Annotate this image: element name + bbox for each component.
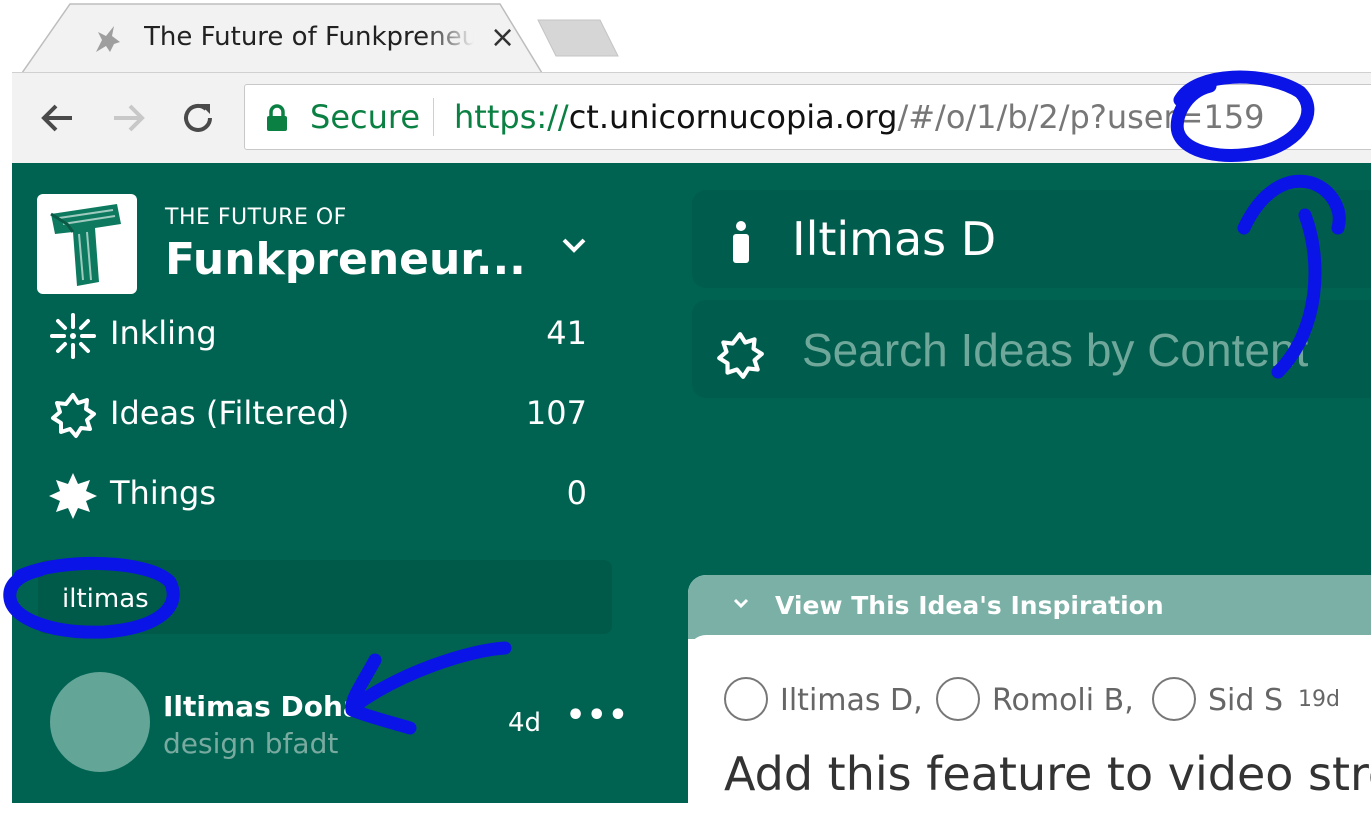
browser-chrome: The Future of Funkpreneur × Secure https… bbox=[0, 0, 1371, 164]
inkling-burst-icon bbox=[50, 313, 96, 359]
search-input[interactable] bbox=[800, 322, 1371, 378]
browser-tab-active[interactable]: The Future of Funkpreneur × bbox=[22, 2, 542, 74]
address-separator bbox=[433, 98, 434, 136]
idea-search-box[interactable] bbox=[692, 300, 1371, 398]
thing-star-icon bbox=[49, 473, 97, 519]
participant-name: Romoli B, bbox=[992, 683, 1134, 718]
org-name[interactable]: Funkpreneur... bbox=[165, 234, 526, 285]
sidebar-item-count: 107 bbox=[525, 394, 587, 432]
people-filter-value: iltimas bbox=[62, 584, 149, 614]
user-filter-chip[interactable]: Iltimas D bbox=[692, 190, 1371, 288]
sidebar-item-label: Inkling bbox=[110, 314, 217, 352]
new-tab-button[interactable] bbox=[536, 18, 620, 58]
url-text[interactable]: https://ct.unicornucopia.org/#/o/1/b/2/p… bbox=[454, 98, 1265, 136]
participant-name: Iltimas D, bbox=[780, 683, 923, 718]
participant-name: Sid S bbox=[1208, 683, 1283, 718]
user-filter-label: Iltimas D bbox=[792, 212, 997, 266]
url-path: /#/o/1/b/2/p?user=159 bbox=[897, 98, 1265, 136]
idea-card[interactable]: View This Idea's Inspiration Iltimas D, … bbox=[688, 575, 1371, 815]
sidebar-item-count: 0 bbox=[566, 474, 587, 512]
idea-age: 19d bbox=[1298, 687, 1340, 712]
sidebar-item-things[interactable]: Things 0 bbox=[48, 465, 593, 521]
url-protocol: https:// bbox=[454, 98, 569, 136]
idea-gear-icon bbox=[717, 332, 764, 379]
sidebar-item-ideas[interactable]: Ideas (Filtered) 107 bbox=[48, 385, 593, 441]
reload-icon[interactable] bbox=[178, 98, 218, 138]
forward-arrow-icon[interactable] bbox=[108, 98, 148, 138]
org-prefix: THE FUTURE OF bbox=[165, 205, 347, 230]
tab-close-icon[interactable]: × bbox=[490, 20, 515, 56]
avatar bbox=[724, 677, 768, 721]
person-list-item[interactable]: Iltimas Doha design bfadt 4d ••• bbox=[50, 672, 628, 772]
person-icon bbox=[733, 221, 749, 263]
sidebar-item-inkling[interactable]: Inkling 41 bbox=[48, 305, 593, 361]
back-arrow-icon[interactable] bbox=[38, 98, 78, 138]
chevron-down-icon[interactable] bbox=[560, 234, 588, 258]
avatar bbox=[50, 672, 150, 772]
chevron-down-icon bbox=[733, 598, 749, 609]
sidebar-item-count: 41 bbox=[546, 314, 587, 352]
unicorn-favicon-icon bbox=[96, 26, 120, 52]
sidebar-item-label: Ideas (Filtered) bbox=[110, 394, 350, 432]
tab-title: The Future of Funkpreneur bbox=[144, 22, 474, 52]
sidebar-item-label: Things bbox=[110, 474, 216, 512]
url-host: ct.unicornucopia.org bbox=[568, 98, 898, 136]
inspiration-label: View This Idea's Inspiration bbox=[775, 591, 1164, 620]
avatar bbox=[936, 677, 980, 721]
secure-label: Secure bbox=[310, 98, 421, 136]
person-name: Iltimas Doha bbox=[163, 690, 362, 723]
avatar bbox=[1152, 677, 1196, 721]
lock-icon bbox=[267, 104, 287, 131]
inspiration-toggle[interactable]: View This Idea's Inspiration bbox=[688, 575, 1371, 639]
more-options-icon[interactable]: ••• bbox=[566, 701, 630, 731]
person-subtitle: design bfadt bbox=[163, 727, 339, 760]
funkpreneur-logo-icon bbox=[50, 204, 121, 286]
idea-title[interactable]: Add this feature to video stre bbox=[724, 747, 1371, 801]
person-age: 4d bbox=[508, 708, 542, 738]
idea-gear-icon bbox=[51, 393, 96, 438]
org-logo[interactable] bbox=[37, 194, 137, 294]
